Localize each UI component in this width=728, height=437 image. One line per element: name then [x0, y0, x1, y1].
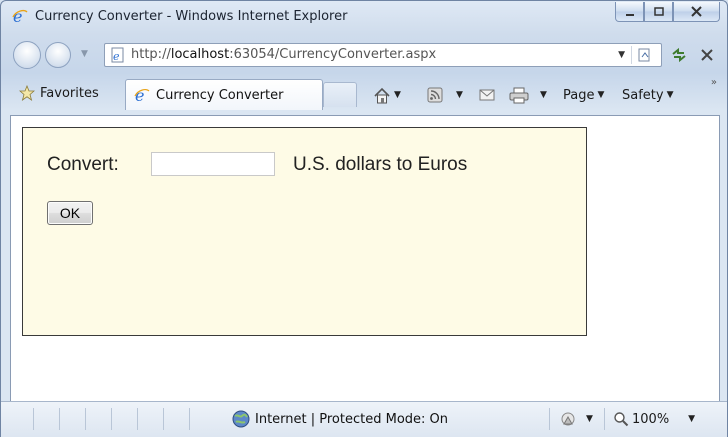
mail-icon — [479, 89, 495, 101]
forward-button[interactable] — [45, 42, 71, 68]
page-menu-label: Page — [563, 87, 595, 103]
status-bar: Internet | Protected Mode: On ▼ 100% ▼ — [1, 401, 727, 437]
status-divider — [604, 408, 605, 430]
page-menu-button[interactable]: Page ▼ — [563, 85, 604, 105]
favorites-button[interactable]: Favorites — [11, 81, 105, 105]
print-button[interactable]: ▼ — [509, 85, 547, 105]
globe-icon — [232, 410, 250, 428]
status-divider — [111, 408, 112, 430]
zoom-control[interactable]: 100% ▼ — [613, 409, 695, 429]
safety-menu-label: Safety — [622, 87, 664, 103]
url-text: http://localhost:63054/CurrencyConverter… — [131, 47, 436, 62]
address-dropdown-icon[interactable]: ▼ — [618, 50, 625, 60]
read-mail-button[interactable] — [479, 85, 495, 105]
window-title: Currency Converter - Windows Internet Ex… — [35, 9, 348, 24]
status-divider — [137, 408, 138, 430]
status-divider — [549, 408, 550, 430]
address-divider — [631, 46, 632, 64]
back-button[interactable] — [13, 41, 41, 69]
maximize-button[interactable] — [644, 2, 673, 22]
feeds-dropdown-icon[interactable]: ▼ — [456, 90, 463, 100]
url-scheme: http:// — [131, 47, 171, 62]
printer-icon — [509, 87, 529, 103]
maximize-icon — [653, 6, 664, 16]
recent-pages-dropdown-icon[interactable]: ▼ — [81, 49, 88, 59]
favorites-label: Favorites — [40, 85, 99, 101]
window-controls — [615, 2, 720, 23]
security-zone-text: Internet | Protected Mode: On — [255, 411, 449, 427]
convert-label: Convert: — [47, 154, 119, 175]
address-bar[interactable]: e http://localhost:63054/CurrencyConvert… — [104, 43, 662, 67]
status-divider — [59, 408, 60, 430]
status-divider — [163, 408, 164, 430]
security-zone[interactable]: Internet | Protected Mode: On — [232, 409, 448, 429]
units-label: U.S. dollars to Euros — [293, 154, 468, 175]
page-icon: e — [111, 47, 124, 63]
protected-mode-dropdown-icon: ▼ — [586, 414, 593, 424]
url-host: localhost — [170, 47, 230, 62]
feeds-button[interactable]: ▼ — [427, 85, 463, 105]
page-content: Convert: U.S. dollars to Euros OK — [10, 115, 720, 402]
amount-input[interactable] — [151, 152, 275, 176]
minimize-icon — [625, 13, 634, 16]
converter-panel: Convert: U.S. dollars to Euros OK — [22, 127, 587, 336]
new-tab-button[interactable] — [323, 82, 357, 107]
browser-window: e Currency Converter - Windows Internet … — [0, 0, 728, 437]
home-button[interactable]: ▼ — [373, 85, 401, 105]
protected-mode-shield-icon — [561, 412, 575, 425]
zoom-magnifier-icon — [614, 412, 629, 427]
more-commands-chevron-icon[interactable]: » — [711, 77, 717, 88]
ok-button[interactable]: OK — [47, 201, 93, 225]
status-divider — [33, 408, 34, 430]
close-button[interactable] — [673, 2, 720, 22]
tab-label: Currency Converter — [156, 87, 284, 103]
refresh-icon — [672, 47, 686, 63]
command-bar: Favorites e Currency Converter ▼ ▼ ▼ Pag… — [1, 73, 727, 115]
ie-page-icon: e — [134, 87, 150, 103]
minimize-button[interactable] — [615, 2, 644, 22]
safety-dropdown-icon: ▼ — [666, 90, 674, 100]
ie-logo-icon: e — [12, 8, 28, 24]
rss-feed-icon — [427, 87, 443, 103]
compatibility-view-icon[interactable] — [637, 47, 653, 63]
url-path: :63054/CurrencyConverter.aspx — [229, 47, 437, 62]
svg-text:e: e — [113, 50, 120, 63]
status-divider — [189, 408, 190, 430]
page-dropdown-icon: ▼ — [597, 90, 605, 100]
close-icon — [691, 6, 702, 17]
safety-menu-button[interactable]: Safety ▼ — [622, 85, 674, 105]
status-divider — [85, 408, 86, 430]
tab-currency-converter[interactable]: e Currency Converter — [125, 79, 323, 110]
stop-button[interactable] — [693, 43, 721, 67]
navigation-bar: ▼ e http://localhost:63054/CurrencyConve… — [1, 35, 727, 73]
zoom-level: 100% — [632, 411, 670, 427]
stop-icon — [701, 49, 713, 61]
title-bar: e Currency Converter - Windows Internet … — [1, 1, 727, 35]
zoom-dropdown-icon: ▼ — [688, 414, 696, 424]
print-dropdown-icon[interactable]: ▼ — [540, 90, 547, 100]
refresh-button[interactable] — [665, 43, 693, 67]
home-dropdown-icon[interactable]: ▼ — [394, 90, 401, 100]
home-icon — [374, 87, 390, 103]
favorites-star-icon — [19, 85, 35, 101]
protected-mode-button[interactable]: ▼ — [559, 409, 593, 429]
